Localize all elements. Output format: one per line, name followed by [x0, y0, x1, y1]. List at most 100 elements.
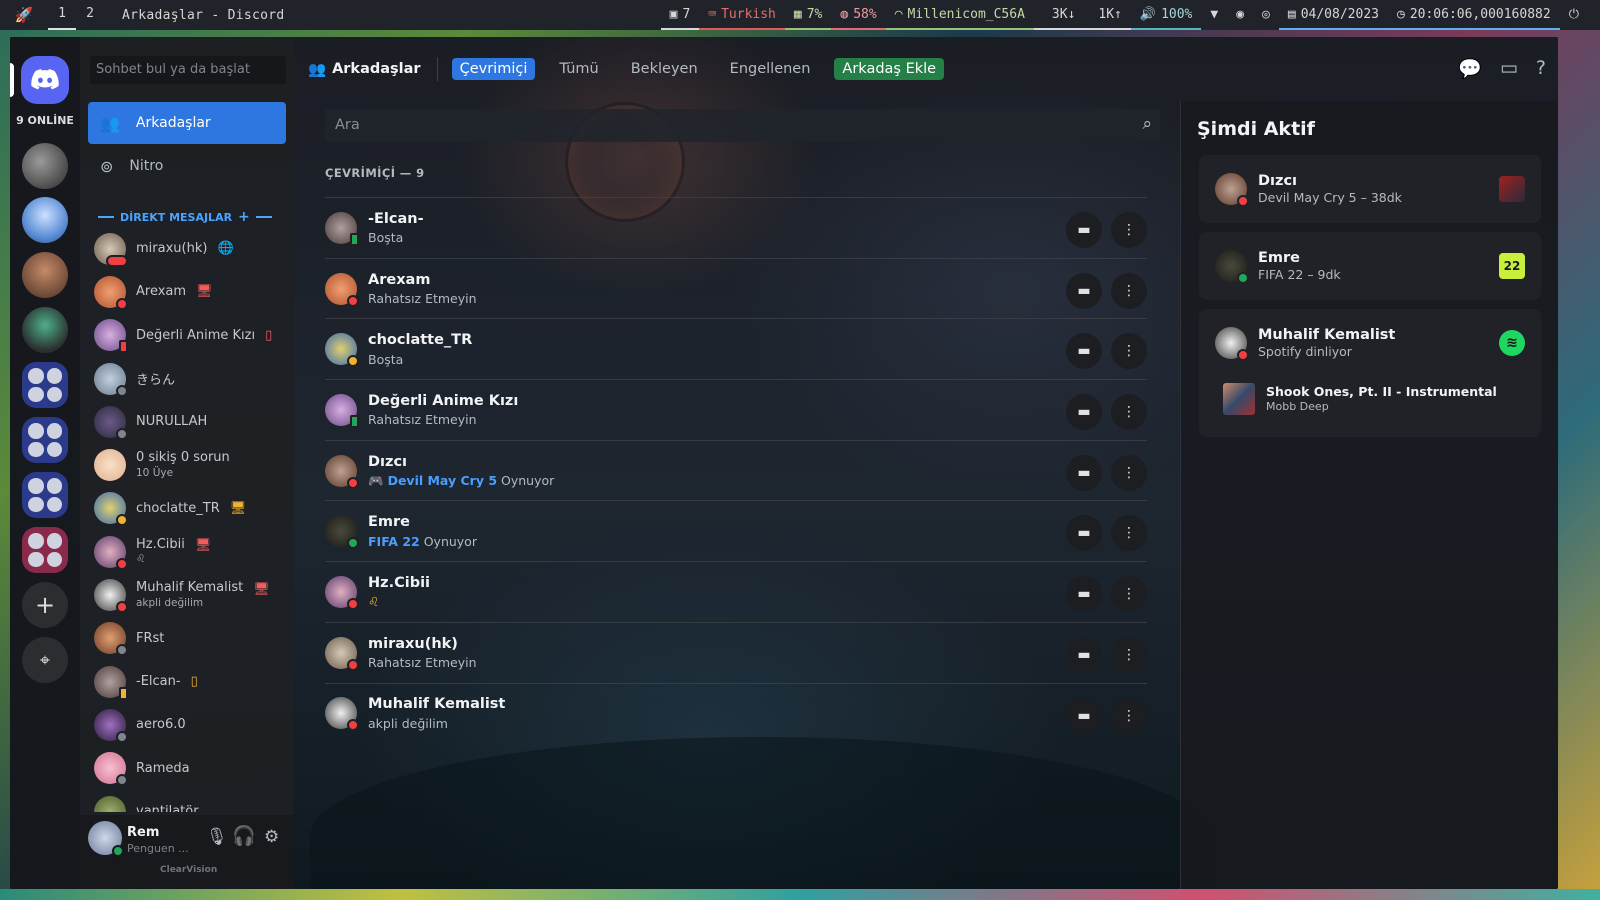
dm-item[interactable]: aero6.0 [88, 703, 288, 746]
friend-row[interactable]: Hz.Cibii ♌ ▬ ⋮ [325, 561, 1147, 622]
friend-row[interactable]: choclatte_TR Boşta ▬ ⋮ [325, 318, 1147, 379]
friends-search-input[interactable]: Ara ⌕ [325, 109, 1160, 142]
microphone-icon[interactable]: 🎙 [206, 827, 228, 847]
nav-friends[interactable]: 👥 Arkadaşlar [88, 102, 286, 144]
user-avatar[interactable] [88, 821, 124, 857]
settings-gear-icon[interactable]: ⚙ [264, 827, 279, 847]
message-icon[interactable]: ▬ [1066, 636, 1102, 673]
more-options-icon[interactable]: ⋮ [1111, 515, 1147, 552]
server-folder[interactable] [22, 417, 68, 463]
server-folder[interactable] [22, 527, 68, 573]
windows-widget[interactable]: ▣ 7 [660, 0, 700, 30]
dm-item[interactable]: FRst [88, 617, 288, 660]
dm-item[interactable]: -Elcan- ▯ [88, 660, 288, 703]
message-icon[interactable]: ▬ [1066, 697, 1102, 734]
message-icon[interactable]: ▬ [1066, 272, 1102, 309]
dm-item[interactable]: NURULLAH [88, 400, 288, 443]
spotify-track[interactable]: Shook Ones, Pt. II - Instrumental Mobb D… [1223, 383, 1497, 415]
server-folder[interactable] [22, 362, 68, 408]
explore-servers-button[interactable]: ⌖ [22, 637, 68, 683]
dm-item[interactable]: Hz.Cibii ♌ 🖥 [88, 530, 288, 573]
dm-name: -Elcan- [136, 674, 181, 690]
more-options-icon[interactable]: ⋮ [1111, 636, 1147, 673]
game-name[interactable]: Devil May Cry 5 [388, 473, 497, 488]
more-options-icon[interactable]: ⋮ [1111, 333, 1147, 370]
dm-item[interactable]: miraxu(hk) 🌐 [88, 227, 288, 270]
nav-friends-label: Arkadaşlar [135, 115, 211, 131]
headphones-icon[interactable]: 🎧 [232, 824, 256, 847]
server-icon[interactable] [22, 252, 68, 298]
friends-icon: 👥 [100, 113, 120, 133]
globe-icon: 🌐 [217, 241, 234, 257]
more-options-icon[interactable]: ⋮ [1111, 212, 1147, 248]
friend-row[interactable]: Dızcı 🎮 Devil May Cry 5 Oynuyor ▬ ⋮ [325, 439, 1147, 501]
tab-online[interactable]: Çevrimiçi [451, 58, 536, 80]
tab-pending[interactable]: Bekleyen [623, 58, 706, 80]
network-tray-icon[interactable]: ▼ [1201, 0, 1227, 30]
server-icon[interactable] [22, 143, 68, 189]
create-dm-plus-icon[interactable]: + [238, 209, 250, 225]
friend-row[interactable]: -Elcan- Boşta ▬ ⋮ [325, 197, 1147, 258]
dm-item[interactable]: Rameda [88, 747, 288, 790]
more-options-icon[interactable]: ⋮ [1111, 454, 1147, 491]
friend-row[interactable]: Emre FIFA 22 Oynuyor ▬ ⋮ [325, 500, 1147, 561]
server-icon[interactable] [22, 307, 68, 353]
dm-item[interactable]: choclatte_TR 🖥 [88, 487, 288, 530]
workspace-1[interactable]: 1 [48, 0, 76, 30]
activity-card[interactable]: Emre FIFA 22 – 9dk 22 [1199, 232, 1541, 300]
power-icon[interactable]: ⏻ [1560, 0, 1588, 30]
dm-item[interactable]: Arexam 🖥 [88, 270, 288, 313]
volume-icon: 🔊 [1139, 6, 1157, 22]
server-icon[interactable] [22, 197, 68, 243]
dm-item[interactable]: Muhalif Kemalist akpli değilim 🖥 [88, 573, 288, 616]
discord-tray-icon[interactable]: ◉ [1227, 0, 1253, 30]
wifi-widget[interactable]: ◠ Millenicom_C56A [885, 0, 1034, 30]
more-options-icon[interactable]: ⋮ [1111, 272, 1147, 309]
dm-item[interactable]: vantilatör [88, 790, 288, 812]
date-widget[interactable]: ▤ 04/08/2023 [1278, 0, 1388, 30]
launcher-icon[interactable]: 🚀 [0, 6, 48, 24]
user-status: Penguen ... [127, 842, 189, 855]
time-value: 20:06:06,000160882 [1409, 6, 1551, 22]
online-header: ÇEVRİMİÇİ — 9 [325, 166, 425, 180]
eye-tray-icon[interactable]: ◎ [1253, 0, 1279, 30]
message-icon[interactable]: ▬ [1066, 576, 1102, 613]
message-icon[interactable]: ▬ [1066, 394, 1102, 431]
activity-card[interactable]: Muhalif Kemalist Spotify dinliyor ≋ Shoo… [1199, 309, 1541, 437]
avatar [94, 535, 128, 570]
user-panel: Rem Penguen ... 🎙 🎧 ⚙ ClearVision [80, 815, 294, 889]
keyboard-widget[interactable]: ⌨ Turkish [699, 0, 785, 30]
add-server-button[interactable]: + [22, 582, 68, 628]
message-icon[interactable]: ▬ [1066, 333, 1102, 370]
message-icon[interactable]: ▬ [1066, 454, 1102, 491]
more-options-icon[interactable]: ⋮ [1111, 394, 1147, 431]
add-friend-button[interactable]: Arkadaş Ekle [834, 58, 945, 80]
tab-all[interactable]: Tümü [551, 58, 606, 80]
volume-widget[interactable]: 🔊 100% [1130, 0, 1202, 30]
dm-item[interactable]: Değerli Anime Kızı ▯ [88, 314, 288, 357]
friend-row[interactable]: Arexam Rahatsız Etmeyin ▬ ⋮ [325, 257, 1147, 319]
workspace-2[interactable]: 2 [76, 0, 104, 30]
upload-rate: 1K↑ [1098, 6, 1122, 22]
message-icon[interactable]: ▬ [1066, 515, 1102, 552]
server-folder[interactable] [22, 472, 68, 518]
activity-card[interactable]: Dızcı Devil May Cry 5 – 38dk [1199, 155, 1541, 223]
game-name[interactable]: FIFA 22 [368, 534, 420, 549]
friend-row[interactable]: miraxu(hk) Rahatsız Etmeyin ▬ ⋮ [325, 621, 1147, 683]
inbox-icon[interactable]: ▭ [1500, 57, 1518, 80]
discord-home-button[interactable] [21, 56, 69, 104]
dm-item-group[interactable]: 0 sikiş 0 sorun 10 Üye [88, 443, 288, 486]
dm-search-input[interactable]: Sohbet bul ya da başlat [90, 56, 286, 84]
message-icon[interactable]: ▬ [1066, 212, 1102, 248]
friend-row[interactable]: Değerli Anime Kızı Rahatsız Etmeyin ▬ ⋮ [325, 379, 1147, 440]
dm-item[interactable]: きらん [88, 357, 288, 400]
cpu-value: 7% [806, 6, 823, 22]
new-group-dm-icon[interactable]: 💬 [1458, 57, 1482, 80]
nav-nitro[interactable]: ⊚ Nitro [88, 145, 286, 187]
help-icon[interactable]: ? [1536, 57, 1546, 80]
friend-row[interactable]: Muhalif Kemalist akpli değilim ▬ ⋮ [325, 682, 1147, 744]
avatar [94, 362, 128, 397]
more-options-icon[interactable]: ⋮ [1111, 697, 1147, 734]
more-options-icon[interactable]: ⋮ [1111, 576, 1147, 613]
tab-blocked[interactable]: Engellenen [722, 58, 819, 80]
